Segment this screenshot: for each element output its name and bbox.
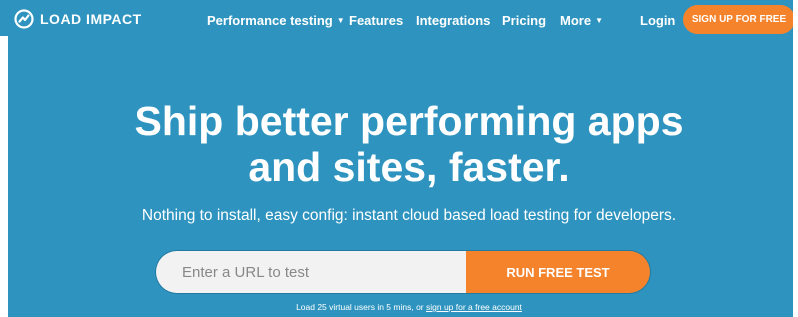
nav-link-features[interactable]: Features: [349, 13, 403, 28]
caret-down-icon: ▼: [336, 16, 345, 25]
headline-line-1: Ship better performing apps: [134, 98, 684, 144]
run-free-test-button[interactable]: RUN FREE TEST: [466, 251, 650, 293]
logo-text: LOAD IMPACT: [40, 11, 142, 27]
nav-link-label: Integrations: [416, 13, 491, 28]
login-link[interactable]: Login: [640, 13, 675, 28]
nav-link-label: Features: [349, 13, 404, 28]
nav-link-performance-testing[interactable]: Performance testing ▼: [207, 13, 345, 28]
logo-link[interactable]: LOAD IMPACT: [14, 9, 142, 29]
nav-link-integrations[interactable]: Integrations: [416, 13, 490, 28]
footnote: Load 25 virtual users in 5 mins, or sign…: [0, 302, 798, 312]
nav-link-label: More: [560, 13, 592, 28]
footnote-text: Load 25 virtual users in 5 mins, or: [296, 302, 424, 312]
headline-line-2: and sites, faster.: [248, 144, 570, 190]
hero-headline: Ship better performing apps and sites, f…: [0, 98, 798, 190]
load-impact-logo-icon: [14, 9, 34, 29]
landing-page: LOAD IMPACT Performance testing ▼ Feature…: [0, 0, 798, 317]
signup-button[interactable]: SIGN UP FOR FREE: [683, 5, 795, 34]
caret-down-icon: ▼: [595, 16, 603, 25]
right-page-edge: [793, 0, 798, 317]
hero-section: LOAD IMPACT Performance testing ▼ Feature…: [0, 0, 795, 317]
url-input[interactable]: [156, 251, 466, 293]
nav-link-pricing[interactable]: Pricing: [502, 13, 546, 28]
hero-subheadline: Nothing to install, easy config: instant…: [141, 207, 677, 224]
nav-link-label: Pricing: [502, 13, 547, 28]
left-page-edge: [0, 36, 8, 317]
top-nav: LOAD IMPACT Performance testing ▼ Feature…: [0, 0, 795, 40]
url-test-form: RUN FREE TEST: [156, 251, 650, 293]
nav-link-label: Performance testing: [207, 13, 333, 28]
signup-free-account-link[interactable]: sign up for a free account: [426, 302, 522, 312]
nav-link-more[interactable]: More ▼: [560, 13, 603, 28]
